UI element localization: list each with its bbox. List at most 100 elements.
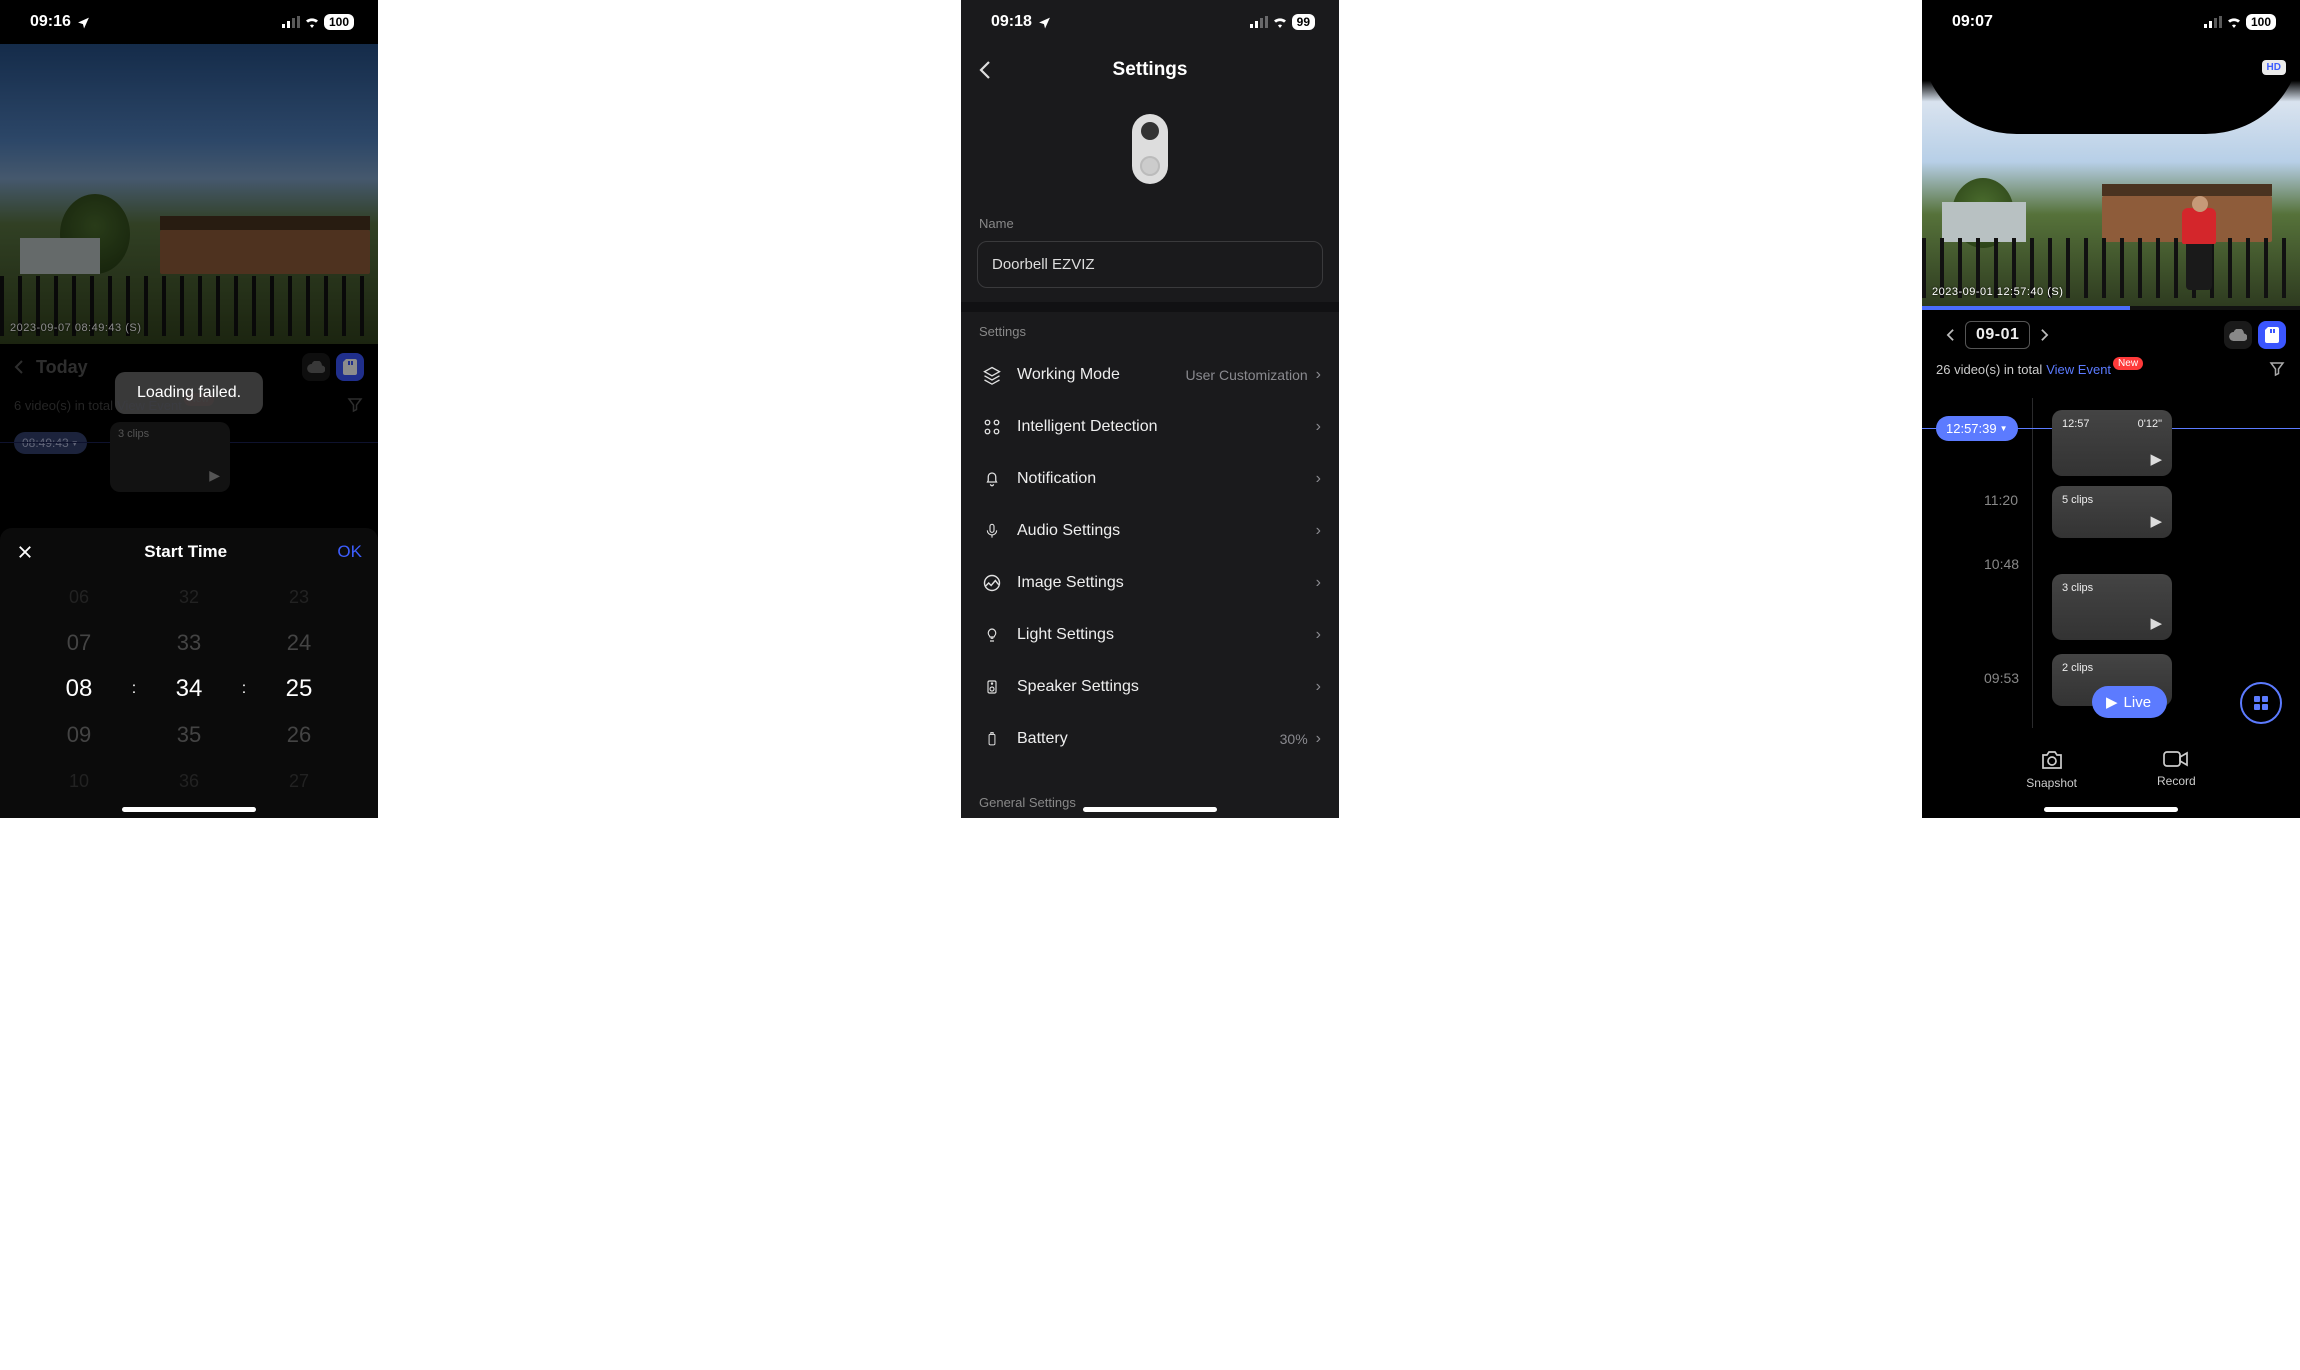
row-image-settings[interactable]: Image Settings ›: [961, 557, 1339, 609]
wheel-item[interactable]: 32: [141, 574, 237, 620]
colon: :: [127, 666, 141, 712]
location-icon: [1038, 16, 1051, 29]
row-value: User Customization: [1186, 367, 1308, 383]
clip-card[interactable]: 5 clips ▶: [2052, 486, 2172, 538]
home-indicator[interactable]: [1083, 807, 1217, 812]
wheel-item[interactable]: 26: [251, 712, 347, 758]
second-wheel[interactable]: 23 24 25 26 27: [251, 574, 347, 804]
live-button[interactable]: ▶ Live: [2092, 686, 2167, 718]
current-time-value: 12:57:39: [1946, 421, 1997, 436]
location-icon: [77, 16, 90, 29]
wheel-item[interactable]: 25: [251, 666, 347, 712]
image-icon: [979, 573, 1005, 593]
wheel-item[interactable]: 23: [251, 574, 347, 620]
row-label: Working Mode: [1017, 366, 1186, 384]
wheel-item[interactable]: 36: [141, 758, 237, 804]
wheel-item[interactable]: 33: [141, 620, 237, 666]
filter-icon[interactable]: [2268, 360, 2286, 378]
clip-count: 5 clips: [2062, 494, 2093, 506]
chevron-right-icon: ›: [1316, 730, 1321, 748]
chevron-right-icon: ›: [1316, 366, 1321, 384]
row-speaker-settings[interactable]: Speaker Settings ›: [961, 661, 1339, 713]
wheel-item[interactable]: 34: [141, 666, 237, 712]
screen-settings: 09:18 99 Settings Name Doorbell EZVIZ Se…: [961, 0, 1339, 818]
clip-count: 2 clips: [2062, 662, 2093, 674]
hour-wheel[interactable]: 06 07 08 09 10: [31, 574, 127, 804]
chevron-right-icon: ›: [1316, 418, 1321, 436]
row-notification[interactable]: Notification ›: [961, 453, 1339, 505]
row-battery[interactable]: Battery 30% ›: [961, 713, 1339, 765]
person-figure: [2178, 200, 2220, 290]
wheel-item[interactable]: 07: [31, 620, 127, 666]
record-label: Record: [2157, 774, 2196, 788]
clip-time: 12:57: [2062, 418, 2090, 430]
bulb-icon: [979, 624, 1005, 646]
snapshot-label: Snapshot: [2026, 776, 2077, 790]
wheel-item[interactable]: 35: [141, 712, 237, 758]
chevron-right-icon: ›: [1316, 470, 1321, 488]
screen-events-by-date: 09:07 100 HD 2023-09-01 12:57:40 (S) 09-…: [1922, 0, 2300, 818]
picker-wheels[interactable]: 06 07 08 09 10 : 32 33 34 35 36 : 23 24 …: [16, 574, 362, 804]
current-time-pill[interactable]: 12:57:39▼: [1936, 416, 2018, 441]
mic-icon: [979, 521, 1005, 541]
page-title: Settings: [1113, 59, 1188, 81]
loading-toast: Loading failed.: [115, 372, 263, 414]
picker-title: Start Time: [144, 542, 227, 562]
row-label: Audio Settings: [1017, 522, 1316, 540]
wheel-item[interactable]: 27: [251, 758, 347, 804]
row-working-mode[interactable]: Working Mode User Customization ›: [961, 349, 1339, 401]
wheel-item[interactable]: 06: [31, 574, 127, 620]
status-time: 09:07: [1952, 13, 1993, 31]
row-intelligent-detection[interactable]: Intelligent Detection ›: [961, 401, 1339, 453]
status-time: 09:16: [30, 13, 71, 31]
clip-duration: 0'12": [2138, 418, 2162, 430]
sd-storage-button[interactable]: [2258, 321, 2286, 349]
wheel-item[interactable]: 08: [31, 666, 127, 712]
play-icon: ▶: [2106, 693, 2118, 711]
home-indicator[interactable]: [122, 807, 256, 812]
quality-badge[interactable]: HD: [2262, 60, 2286, 75]
play-icon: ▶: [2150, 512, 2162, 530]
settings-list: Working Mode User Customization › Intell…: [961, 345, 1339, 769]
status-time: 09:18: [991, 13, 1032, 31]
cellular-icon: [1250, 16, 1268, 28]
next-day-button[interactable]: [2030, 328, 2059, 342]
wheel-item[interactable]: 24: [251, 620, 347, 666]
view-event-link[interactable]: View Event: [2046, 362, 2111, 377]
clip-card[interactable]: 12:57 0'12" ▶: [2052, 410, 2172, 476]
play-icon: ▶: [2150, 614, 2162, 632]
cloud-storage-button[interactable]: [2224, 321, 2252, 349]
prev-day-button[interactable]: [1936, 328, 1965, 342]
timeline[interactable]: 12:57:39▼ 12:57 0'12" ▶ 11:20 5 clips ▶ …: [1922, 398, 2300, 728]
statusbar: 09:18 99: [961, 0, 1339, 44]
ok-button[interactable]: OK: [337, 542, 362, 562]
row-light-settings[interactable]: Light Settings ›: [961, 609, 1339, 661]
statusbar: 09:07 100: [1922, 0, 2300, 44]
battery-icon: [979, 728, 1005, 750]
video-icon: [2163, 750, 2189, 768]
chevron-right-icon: ›: [1316, 522, 1321, 540]
video-preview[interactable]: HD 2023-09-01 12:57:40 (S): [1922, 44, 2300, 306]
settings-section-label: Settings: [961, 312, 1339, 345]
battery-indicator: 99: [1292, 14, 1315, 30]
wheel-item[interactable]: 09: [31, 712, 127, 758]
clip-card[interactable]: 3 clips ▶: [2052, 574, 2172, 640]
row-label: Speaker Settings: [1017, 678, 1316, 696]
close-button[interactable]: [16, 543, 34, 561]
layout-fab[interactable]: [2240, 682, 2282, 724]
live-label: Live: [2124, 694, 2152, 711]
device-name-field[interactable]: Doorbell EZVIZ: [977, 241, 1323, 288]
date-picker[interactable]: 09-01: [1965, 321, 2030, 349]
time-label: 09:53: [1984, 670, 2019, 686]
layers-icon: [979, 365, 1005, 385]
back-button[interactable]: [979, 60, 991, 80]
wifi-icon: [2226, 16, 2242, 28]
wheel-item[interactable]: 10: [31, 758, 127, 804]
name-label: Name: [961, 204, 1339, 237]
time-label: 11:20: [1984, 492, 2018, 508]
row-audio-settings[interactable]: Audio Settings ›: [961, 505, 1339, 557]
home-indicator[interactable]: [2044, 807, 2178, 812]
minute-wheel[interactable]: 32 33 34 35 36: [141, 574, 237, 804]
colon: :: [237, 666, 251, 712]
row-label: Intelligent Detection: [1017, 418, 1316, 436]
